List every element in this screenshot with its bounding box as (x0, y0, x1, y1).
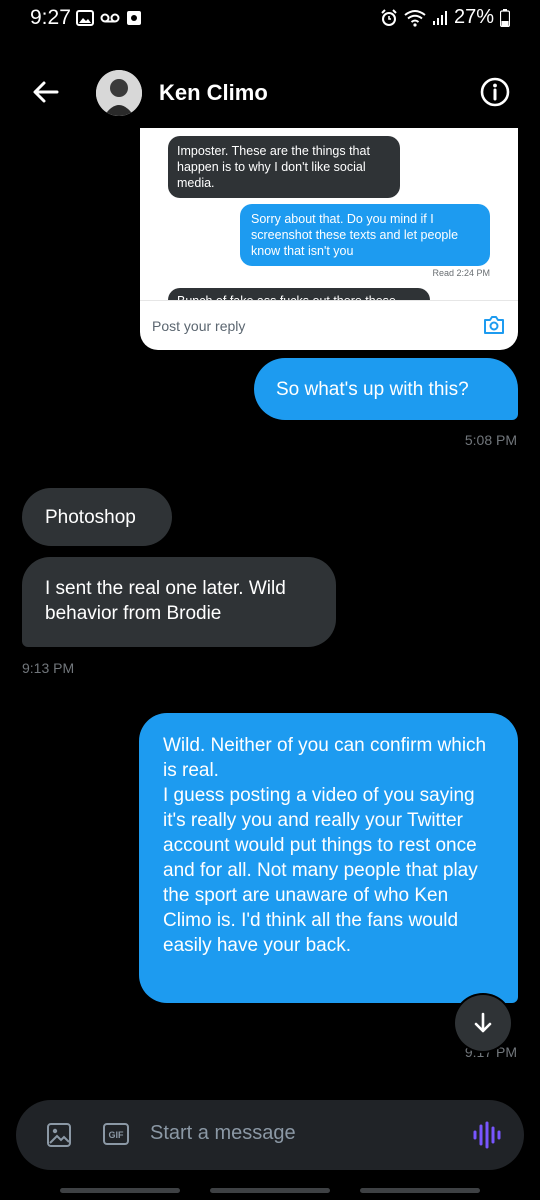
gallery-icon (76, 10, 94, 26)
arrow-down-icon (474, 1012, 492, 1033)
card-cut-bubble: Bunch of fake ass fucks out there these (168, 288, 430, 300)
avatar[interactable] (96, 70, 142, 116)
avatar-image (96, 70, 142, 116)
card-sent-bubble: Sorry about that. Do you mind if I scree… (240, 204, 490, 266)
message-timestamp: 9:13 PM (22, 660, 75, 676)
message-sent[interactable]: So what's up with this? (254, 358, 518, 420)
info-icon[interactable] (479, 76, 511, 108)
gif-label: GIF (109, 1130, 125, 1140)
battery-icon (500, 8, 510, 27)
gif-icon: GIF (103, 1123, 129, 1145)
message-sent[interactable]: Wild. Neither of you can confirm which i… (139, 713, 518, 1003)
app-icon (127, 11, 141, 25)
image-icon[interactable] (46, 1122, 72, 1148)
camera-icon (484, 316, 504, 334)
shared-screenshot-card[interactable]: Imposter. These are the things that happ… (140, 128, 518, 350)
scroll-to-bottom-button[interactable] (455, 995, 511, 1051)
voice-message-icon[interactable] (471, 1120, 501, 1150)
message-input[interactable] (150, 1122, 440, 1145)
back-arrow-icon[interactable] (30, 76, 62, 108)
gif-button[interactable]: GIF (103, 1123, 129, 1145)
message-timestamp: 5:08 PM (464, 432, 517, 448)
message-composer: GIF (16, 1100, 524, 1170)
message-received[interactable]: Photoshop (22, 488, 172, 546)
nav-hint-right[interactable] (360, 1188, 480, 1193)
card-divider (140, 300, 518, 301)
contact-name[interactable]: Ken Climo (159, 80, 268, 106)
navigation-bar (0, 1180, 540, 1200)
status-bar: 9:27 27% (0, 0, 540, 40)
message-received[interactable]: I sent the real one later. Wild behavior… (22, 557, 336, 647)
status-time: 9:27 (30, 6, 71, 29)
card-received-bubble: Imposter. These are the things that happ… (168, 136, 400, 198)
nav-hint-left[interactable] (60, 1188, 180, 1193)
voicemail-icon (100, 13, 120, 23)
wifi-icon (404, 9, 426, 27)
battery-percent: 27% (453, 6, 494, 28)
alarm-icon (381, 8, 397, 26)
signal-icon (432, 10, 447, 25)
card-reply-placeholder: Post your reply (152, 318, 246, 334)
card-read-receipt: Read 2:24 PM (432, 268, 490, 278)
nav-hint-center[interactable] (210, 1188, 330, 1193)
conversation-header: Ken Climo (0, 58, 540, 128)
